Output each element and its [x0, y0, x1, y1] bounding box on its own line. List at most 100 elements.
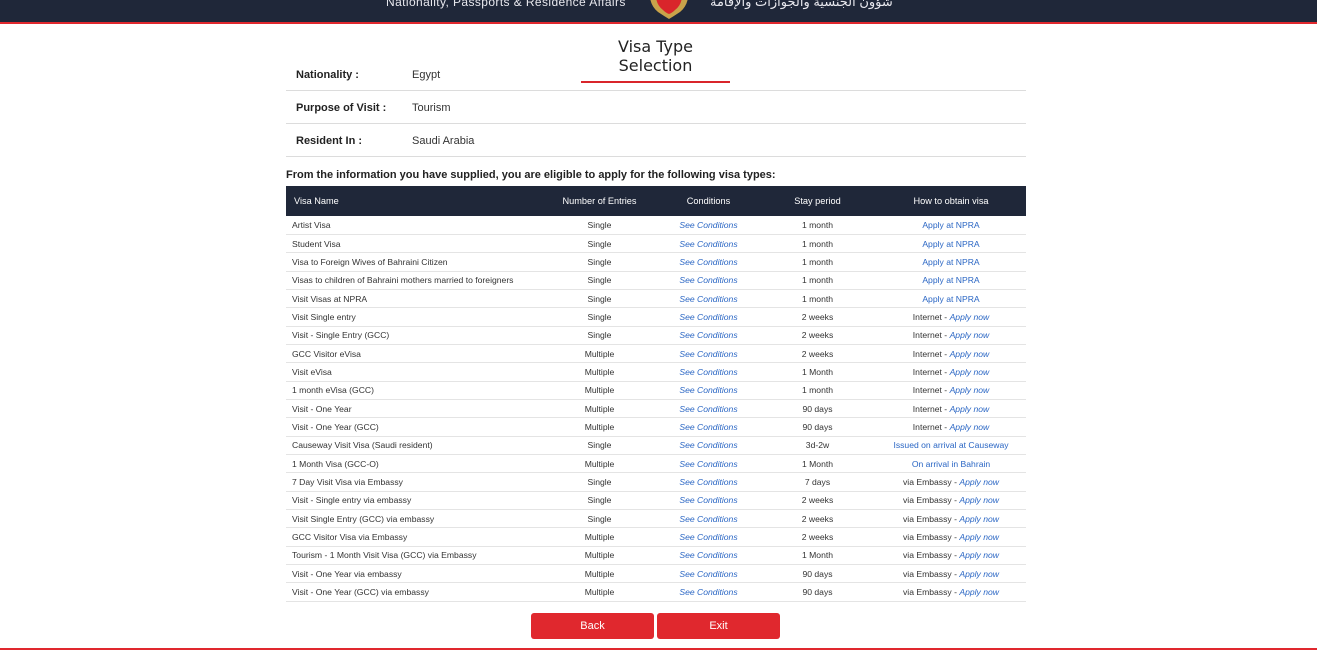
obtain-visa-link[interactable]: Apply at NPRA — [922, 239, 979, 249]
see-conditions-link[interactable]: See Conditions — [679, 514, 737, 524]
how-to-obtain-cell: via Embassy - Apply now — [876, 509, 1026, 529]
apply-now-link[interactable]: Apply now — [950, 385, 990, 395]
header-stay-period: Stay period — [759, 186, 876, 216]
see-conditions-link[interactable]: See Conditions — [679, 367, 737, 377]
obtain-method-text: via Embassy - — [902, 550, 960, 561]
conditions-cell: See Conditions — [658, 271, 759, 290]
see-conditions-link[interactable]: See Conditions — [679, 440, 737, 450]
entries-cell: Multiple — [541, 454, 658, 474]
visa-name-cell: Visit - One Year (GCC) — [286, 417, 541, 437]
apply-now-link[interactable]: Apply now — [950, 404, 990, 414]
table-row: Visit Single Entry (GCC) via embassy Sing… — [286, 509, 1026, 529]
apply-now-link[interactable]: Apply now — [959, 587, 999, 597]
header-visa-name: Visa Name — [286, 186, 541, 216]
entries-cell: Multiple — [541, 362, 658, 382]
see-conditions-link[interactable]: See Conditions — [679, 220, 737, 230]
apply-now-link[interactable]: Apply now — [959, 532, 999, 542]
table-row: Tourism - 1 Month Visit Visa (GCC) via E… — [286, 546, 1026, 566]
visa-name-cell: 7 Day Visit Visa via Embassy — [286, 472, 541, 492]
how-to-obtain-cell: Internet - Apply now — [876, 344, 1026, 364]
see-conditions-link[interactable]: See Conditions — [679, 330, 737, 340]
back-button[interactable]: Back — [531, 613, 654, 639]
obtain-visa-link[interactable]: On arrival in Bahrain — [912, 459, 990, 469]
entries-cell: Single — [541, 491, 658, 511]
see-conditions-link[interactable]: See Conditions — [679, 550, 737, 560]
stay-period-cell: 2 weeks — [759, 527, 876, 547]
visa-name-cell: Artist Visa — [286, 216, 541, 235]
visa-name-cell: Visit - One Year (GCC) via embassy — [286, 582, 541, 602]
see-conditions-link[interactable]: See Conditions — [679, 294, 737, 304]
see-conditions-link[interactable]: See Conditions — [679, 587, 737, 597]
stay-period-cell: 3d-2w — [759, 436, 876, 455]
obtain-method-text: via Embassy - — [902, 532, 960, 543]
entries-cell: Single — [541, 436, 658, 455]
apply-now-link[interactable]: Apply now — [959, 514, 999, 524]
apply-now-link[interactable]: Apply now — [950, 312, 990, 322]
obtain-method-text: Internet - — [912, 348, 950, 359]
see-conditions-link[interactable]: See Conditions — [679, 312, 737, 322]
visa-name-cell: Visit - Single Entry (GCC) — [286, 326, 541, 345]
see-conditions-link[interactable]: See Conditions — [679, 495, 737, 505]
see-conditions-link[interactable]: See Conditions — [679, 275, 737, 285]
conditions-cell: See Conditions — [658, 362, 759, 382]
see-conditions-link[interactable]: See Conditions — [679, 239, 737, 249]
apply-now-link[interactable]: Apply now — [959, 550, 999, 560]
how-to-obtain-cell: via Embassy - Apply now — [876, 472, 1026, 492]
see-conditions-link[interactable]: See Conditions — [679, 349, 737, 359]
apply-now-link[interactable]: Apply now — [959, 495, 999, 505]
visa-name-cell: Visit Single Entry (GCC) via embassy — [286, 509, 541, 529]
see-conditions-link[interactable]: See Conditions — [679, 532, 737, 542]
see-conditions-link[interactable]: See Conditions — [679, 385, 737, 395]
table-row: Visit Visas at NPRA Single See Conditions 1… — [286, 289, 1026, 309]
visa-name-cell: Visit eVisa — [286, 362, 541, 382]
see-conditions-link[interactable]: See Conditions — [679, 477, 737, 487]
exit-button[interactable]: Exit — [657, 613, 780, 639]
apply-now-link[interactable]: Apply now — [950, 349, 990, 359]
see-conditions-link[interactable]: See Conditions — [679, 404, 737, 414]
header-how-to-obtain: How to obtain visa — [876, 186, 1026, 216]
obtain-method-text: via Embassy - — [902, 495, 960, 506]
how-to-obtain-cell: via Embassy - Apply now — [876, 491, 1026, 511]
entries-cell: Single — [541, 472, 658, 492]
entries-cell: Single — [541, 216, 658, 235]
conditions-cell: See Conditions — [658, 454, 759, 474]
obtain-visa-link[interactable]: Issued on arrival at Causeway — [893, 440, 1008, 450]
info-label: Purpose of Visit : — [296, 102, 387, 114]
how-to-obtain-cell: Apply at NPRA — [876, 234, 1026, 254]
visa-name-cell: Causeway Visit Visa (Saudi resident) — [286, 436, 541, 455]
apply-now-link[interactable]: Apply now — [959, 477, 999, 487]
conditions-cell: See Conditions — [658, 509, 759, 529]
see-conditions-link[interactable]: See Conditions — [679, 459, 737, 469]
conditions-cell: See Conditions — [658, 344, 759, 364]
apply-now-link[interactable]: Apply now — [959, 569, 999, 579]
apply-now-link[interactable]: Apply now — [950, 330, 990, 340]
see-conditions-link[interactable]: See Conditions — [679, 257, 737, 267]
how-to-obtain-cell: Apply at NPRA — [876, 216, 1026, 235]
apply-now-link[interactable]: Apply now — [950, 422, 990, 432]
obtain-visa-link[interactable]: Apply at NPRA — [922, 294, 979, 304]
header-entries: Number of Entries — [541, 186, 658, 216]
stay-period-cell: 90 days — [759, 399, 876, 419]
obtain-visa-link[interactable]: Apply at NPRA — [922, 257, 979, 267]
conditions-cell: See Conditions — [658, 436, 759, 455]
how-to-obtain-cell: Apply at NPRA — [876, 289, 1026, 309]
obtain-visa-link[interactable]: Apply at NPRA — [922, 275, 979, 285]
info-row-purpose: Purpose of Visit : Tourism — [286, 91, 1026, 124]
stay-period-cell: 1 Month — [759, 454, 876, 474]
see-conditions-link[interactable]: See Conditions — [679, 422, 737, 432]
obtain-visa-link[interactable]: Apply at NPRA — [922, 220, 979, 230]
how-to-obtain-cell: via Embassy - Apply now — [876, 564, 1026, 584]
info-label: Resident In : — [296, 135, 363, 147]
conditions-cell: See Conditions — [658, 527, 759, 547]
conditions-cell: See Conditions — [658, 399, 759, 419]
conditions-cell: See Conditions — [658, 582, 759, 602]
visa-name-cell: Visit Single entry — [286, 307, 541, 327]
apply-now-link[interactable]: Apply now — [950, 367, 990, 377]
conditions-cell: See Conditions — [658, 417, 759, 437]
obtain-method-text: Internet - — [912, 421, 950, 432]
conditions-cell: See Conditions — [658, 381, 759, 400]
see-conditions-link[interactable]: See Conditions — [679, 569, 737, 579]
how-to-obtain-cell: Internet - Apply now — [876, 381, 1026, 400]
entries-cell: Multiple — [541, 417, 658, 437]
table-row: Artist Visa Single See Conditions 1 month Ap… — [286, 216, 1026, 235]
